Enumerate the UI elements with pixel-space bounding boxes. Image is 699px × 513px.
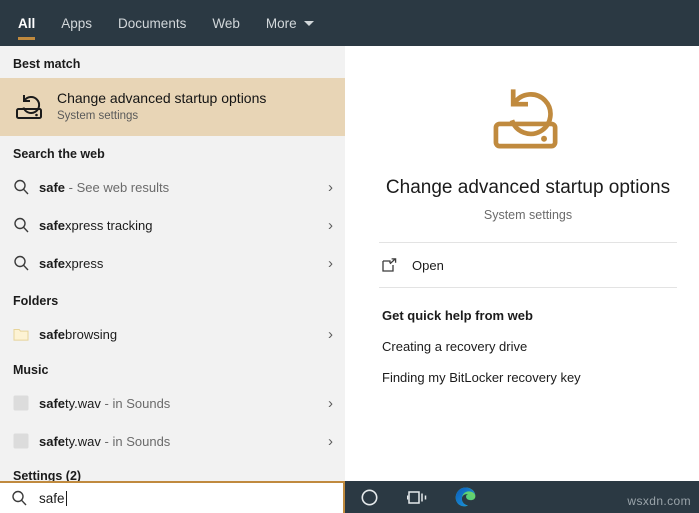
list-item-music-safety-wav-1[interactable]: safety.wav - in Sounds › <box>0 384 345 422</box>
preview-title: Change advanced startup options <box>357 177 699 199</box>
tab-all-label: All <box>18 16 35 31</box>
search-icon <box>13 217 39 234</box>
tab-documents[interactable]: Documents <box>105 0 199 46</box>
tab-web[interactable]: Web <box>199 0 253 46</box>
file-placeholder-icon <box>13 395 39 411</box>
list-item-label: safety.wav - in Sounds <box>39 434 322 449</box>
list-item-label: safebrowsing <box>39 327 322 342</box>
tab-apps[interactable]: Apps <box>48 0 105 46</box>
best-match-section-label: Best match <box>0 46 345 78</box>
tab-apps-label: Apps <box>61 16 92 31</box>
settings-section: Settings (2) <box>0 469 345 481</box>
chevron-right-icon[interactable]: › <box>322 326 333 343</box>
taskbar: wsxdn.com <box>345 481 699 513</box>
open-external-icon <box>382 258 412 273</box>
best-match-title: Change advanced startup options <box>57 90 266 108</box>
list-item-label: safexpress <box>39 256 322 271</box>
list-item-web-safexpress-tracking[interactable]: safexpress tracking › <box>0 206 345 244</box>
chevron-right-icon[interactable]: › <box>322 433 333 450</box>
cortana-icon[interactable] <box>345 481 393 513</box>
recovery-drive-icon <box>13 92 57 122</box>
search-icon <box>13 255 39 272</box>
folder-icon <box>13 327 39 342</box>
search-icon <box>13 179 39 196</box>
chevron-right-icon[interactable]: › <box>322 179 333 196</box>
edge-icon[interactable] <box>441 481 489 513</box>
quick-help-heading: Get quick help from web <box>357 288 699 323</box>
list-item-web-safe[interactable]: safe - See web results › <box>0 168 345 206</box>
preview-pane: Change advanced startup options System s… <box>357 56 699 481</box>
text-cursor <box>66 491 67 506</box>
recovery-drive-icon <box>357 82 699 161</box>
search-filter-tabs: All Apps Documents Web More <box>0 0 699 46</box>
preview-subtitle: System settings <box>357 208 699 222</box>
search-results-pane: Best match Change advanced startup optio… <box>0 46 345 481</box>
settings-section-label: Settings (2) <box>0 469 345 481</box>
tab-documents-label: Documents <box>118 16 186 31</box>
best-match-result[interactable]: Change advanced startup options System s… <box>0 78 345 136</box>
file-placeholder-icon <box>13 433 39 449</box>
list-item-label: safe - See web results <box>39 180 322 195</box>
chevron-right-icon[interactable]: › <box>322 217 333 234</box>
tab-more-label: More <box>266 16 297 31</box>
help-link-recovery-drive[interactable]: Creating a recovery drive <box>357 323 699 354</box>
list-item-music-safety-wav-2[interactable]: safety.wav - in Sounds › <box>0 422 345 460</box>
search-input-value: safe <box>39 491 67 506</box>
tab-all[interactable]: All <box>13 0 48 46</box>
list-item-label: safexpress tracking <box>39 218 322 233</box>
search-icon <box>11 490 39 507</box>
open-button[interactable]: Open <box>357 243 699 287</box>
web-section-label: Search the web <box>0 136 345 168</box>
music-section-label: Music <box>0 353 345 384</box>
preview-hero: Change advanced startup options System s… <box>357 56 699 222</box>
best-match-subtitle: System settings <box>57 108 266 124</box>
list-item-folder-safebrowsing[interactable]: safebrowsing › <box>0 315 345 353</box>
tab-web-label: Web <box>212 16 240 31</box>
chevron-right-icon[interactable]: › <box>322 255 333 272</box>
chevron-right-icon[interactable]: › <box>322 395 333 412</box>
task-view-icon[interactable] <box>393 481 441 513</box>
tab-more[interactable]: More <box>253 0 327 46</box>
search-input[interactable]: safe <box>0 481 345 513</box>
watermark: wsxdn.com <box>627 494 691 508</box>
list-item-label: safety.wav - in Sounds <box>39 396 322 411</box>
list-item-web-safexpress[interactable]: safexpress › <box>0 244 345 282</box>
folders-section-label: Folders <box>0 282 345 315</box>
open-button-label: Open <box>412 258 444 273</box>
help-link-bitlocker-key[interactable]: Finding my BitLocker recovery key <box>357 354 699 385</box>
chevron-down-icon <box>304 21 314 26</box>
